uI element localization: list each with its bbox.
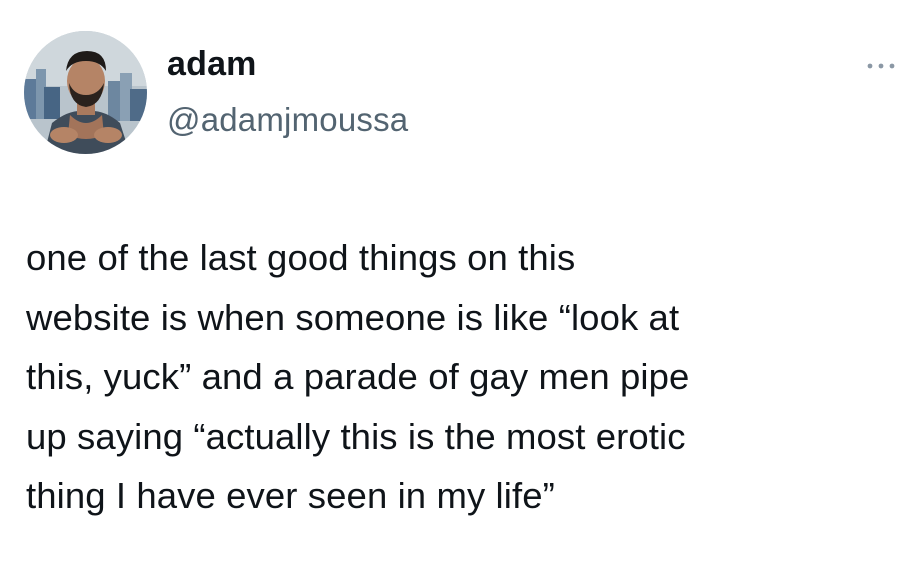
- avatar-photo-icon: [24, 31, 147, 154]
- author-display-name[interactable]: adam: [167, 44, 257, 84]
- tweet-card: adam @adamjmoussa one of the last good t…: [0, 0, 923, 569]
- tweet-text: one of the last good things on this webs…: [26, 237, 690, 516]
- more-options-button[interactable]: [864, 56, 898, 76]
- more-options-icon: [867, 63, 895, 69]
- author-avatar[interactable]: [24, 31, 147, 154]
- author-handle[interactable]: @adamjmoussa: [167, 100, 408, 140]
